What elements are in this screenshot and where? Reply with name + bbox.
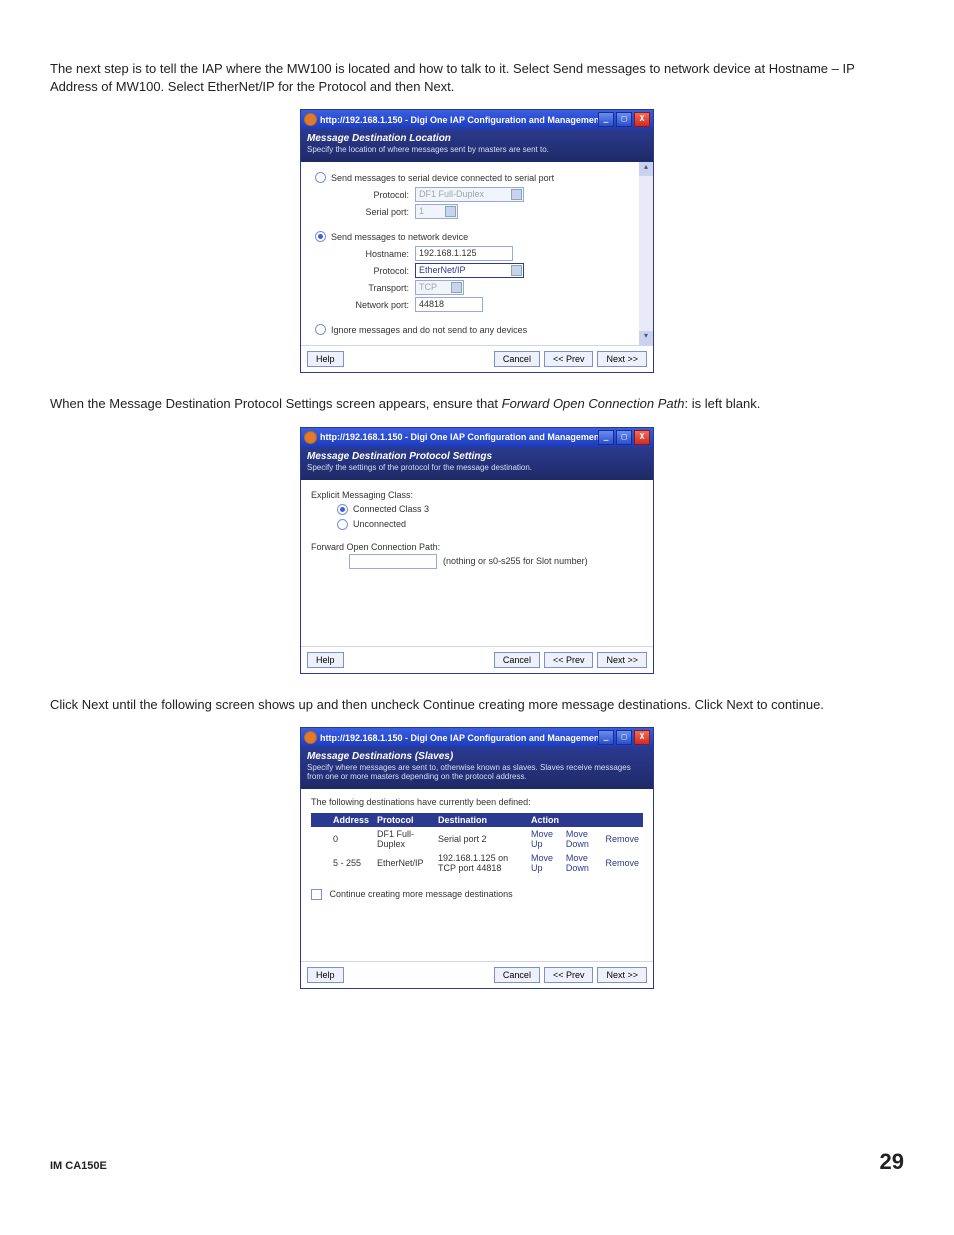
prev-button[interactable]: << Prev	[544, 967, 594, 983]
label-network-port: Network port:	[349, 300, 409, 310]
firefox-icon	[304, 113, 317, 126]
cancel-button[interactable]: Cancel	[494, 967, 540, 983]
label-hostname: Hostname:	[349, 249, 409, 259]
window-title: http://192.168.1.150 - Digi One IAP Conf…	[320, 432, 598, 442]
page-number: 29	[880, 1149, 904, 1175]
radio-network-device[interactable]	[315, 231, 326, 242]
prev-button[interactable]: << Prev	[544, 351, 594, 367]
radio-connected-class3[interactable]	[337, 504, 348, 515]
opt-class3-label: Connected Class 3	[353, 504, 429, 514]
label-protocol: Protocol:	[349, 190, 409, 200]
opt-network-label: Send messages to network device	[331, 232, 468, 242]
col-destination: Destination	[434, 813, 527, 827]
firefox-icon	[304, 431, 317, 444]
cancel-button[interactable]: Cancel	[494, 652, 540, 668]
minimize-button[interactable]: _	[598, 730, 614, 745]
doc-id: IM CA150E	[50, 1160, 107, 1172]
cancel-button[interactable]: Cancel	[494, 351, 540, 367]
maximize-button[interactable]: □	[616, 430, 632, 445]
lead-text: The following destinations have currentl…	[311, 797, 643, 807]
label-transport: Transport:	[349, 283, 409, 293]
dialog-subtitle: Specify the settings of the protocol for…	[307, 463, 647, 472]
scroll-down-icon[interactable]: ▾	[639, 331, 653, 345]
table-row: 0 DF1 Full-Duplex Serial port 2 Move Up …	[311, 827, 643, 851]
remove-link[interactable]: Remove	[601, 827, 643, 851]
maximize-button[interactable]: □	[616, 730, 632, 745]
help-button[interactable]: Help	[307, 351, 344, 367]
move-up-link[interactable]: Move Up	[527, 827, 562, 851]
opt-serial-label: Send messages to serial device connected…	[331, 173, 554, 183]
window-titlebar: http://192.168.1.150 - Digi One IAP Conf…	[301, 110, 653, 129]
hostname-field[interactable]: 192.168.1.125	[415, 246, 513, 261]
next-button[interactable]: Next >>	[597, 652, 647, 668]
scroll-up-icon[interactable]: ▴	[639, 162, 653, 176]
radio-serial-device[interactable]	[315, 172, 326, 183]
maximize-button[interactable]: □	[616, 112, 632, 127]
next-button[interactable]: Next >>	[597, 351, 647, 367]
dialog-title: Message Destination Protocol Settings	[307, 451, 647, 462]
focp-hint: (nothing or s0-s255 for Slot number)	[443, 556, 588, 566]
move-down-link[interactable]: Move Down	[562, 827, 602, 851]
close-button[interactable]: X	[634, 430, 650, 445]
dialog-message-destinations: http://192.168.1.150 - Digi One IAP Conf…	[300, 727, 654, 989]
prev-button[interactable]: << Prev	[544, 652, 594, 668]
destinations-table: Address Protocol Destination Action 0 DF…	[311, 813, 643, 875]
network-protocol-select[interactable]: EtherNet/IP	[415, 263, 524, 278]
mid-paragraph-2: Click Next until the following screen sh…	[50, 696, 904, 714]
serial-protocol-select[interactable]: DF1 Full-Duplex	[415, 187, 524, 202]
opt-ignore-label: Ignore messages and do not send to any d…	[331, 325, 527, 335]
close-button[interactable]: X	[634, 730, 650, 745]
label-focp: Forward Open Connection Path:	[311, 542, 643, 552]
move-up-link[interactable]: Move Up	[527, 851, 562, 875]
network-port-field[interactable]: 44818	[415, 297, 483, 312]
window-titlebar: http://192.168.1.150 - Digi One IAP Conf…	[301, 728, 653, 747]
dialog-subtitle: Specify the location of where messages s…	[307, 145, 647, 154]
label-protocol-net: Protocol:	[349, 266, 409, 276]
intro-paragraph: The next step is to tell the IAP where t…	[50, 60, 904, 95]
window-title: http://192.168.1.150 - Digi One IAP Conf…	[320, 115, 598, 125]
serial-port-select[interactable]: 1	[415, 204, 458, 219]
dialog-destination-location: http://192.168.1.150 - Digi One IAP Conf…	[300, 109, 654, 373]
move-down-link[interactable]: Move Down	[562, 851, 602, 875]
help-button[interactable]: Help	[307, 967, 344, 983]
radio-ignore-messages[interactable]	[315, 324, 326, 335]
minimize-button[interactable]: _	[598, 112, 614, 127]
minimize-button[interactable]: _	[598, 430, 614, 445]
radio-unconnected[interactable]	[337, 519, 348, 530]
col-action: Action	[527, 813, 643, 827]
window-titlebar: http://192.168.1.150 - Digi One IAP Conf…	[301, 428, 653, 447]
col-protocol: Protocol	[373, 813, 434, 827]
label-serial-port: Serial port:	[349, 207, 409, 217]
col-address: Address	[329, 813, 373, 827]
dialog-title: Message Destinations (Slaves)	[307, 751, 647, 762]
dialog-title: Message Destination Location	[307, 133, 647, 144]
continue-creating-checkbox[interactable]	[311, 889, 322, 900]
firefox-icon	[304, 731, 317, 744]
dialog-subtitle: Specify where messages are sent to, othe…	[307, 763, 647, 781]
transport-select[interactable]: TCP	[415, 280, 464, 295]
help-button[interactable]: Help	[307, 652, 344, 668]
window-title: http://192.168.1.150 - Digi One IAP Conf…	[320, 733, 598, 743]
next-button[interactable]: Next >>	[597, 967, 647, 983]
opt-unconnected-label: Unconnected	[353, 519, 406, 529]
focp-field[interactable]	[349, 554, 437, 569]
table-row: 5 - 255 EtherNet/IP 192.168.1.125 on TCP…	[311, 851, 643, 875]
label-emc: Explicit Messaging Class:	[311, 490, 643, 500]
continue-creating-label: Continue creating more message destinati…	[330, 889, 513, 899]
mid-paragraph-1: When the Message Destination Protocol Se…	[50, 395, 904, 413]
close-button[interactable]: X	[634, 112, 650, 127]
dialog-protocol-settings: http://192.168.1.150 - Digi One IAP Conf…	[300, 427, 654, 674]
remove-link[interactable]: Remove	[601, 851, 643, 875]
